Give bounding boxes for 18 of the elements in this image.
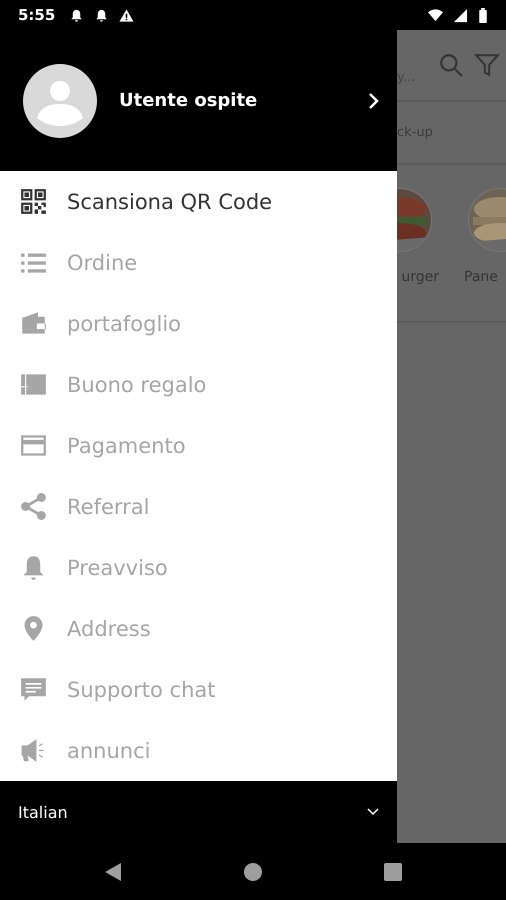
avatar-icon <box>23 64 97 138</box>
home-icon[interactable] <box>243 862 263 882</box>
bell-icon <box>94 8 110 22</box>
caret-icon <box>367 808 379 816</box>
user-name[interactable]: Utente ospite <box>119 90 367 111</box>
status-time: 5:55 <box>18 6 56 24</box>
share-icon <box>20 493 47 520</box>
recents-icon[interactable] <box>383 862 403 882</box>
warning-icon <box>119 8 134 22</box>
signal-icon <box>453 8 468 22</box>
chevron-right-icon[interactable] <box>367 92 379 110</box>
bell-icon <box>69 8 84 22</box>
back-icon[interactable] <box>103 862 123 882</box>
chat-icon <box>20 676 47 703</box>
battery-icon <box>478 8 488 22</box>
wifi-icon <box>428 8 443 22</box>
qr-code-icon <box>20 188 47 215</box>
menu-item[interactable]: Scansiona QR Code <box>0 171 397 232</box>
